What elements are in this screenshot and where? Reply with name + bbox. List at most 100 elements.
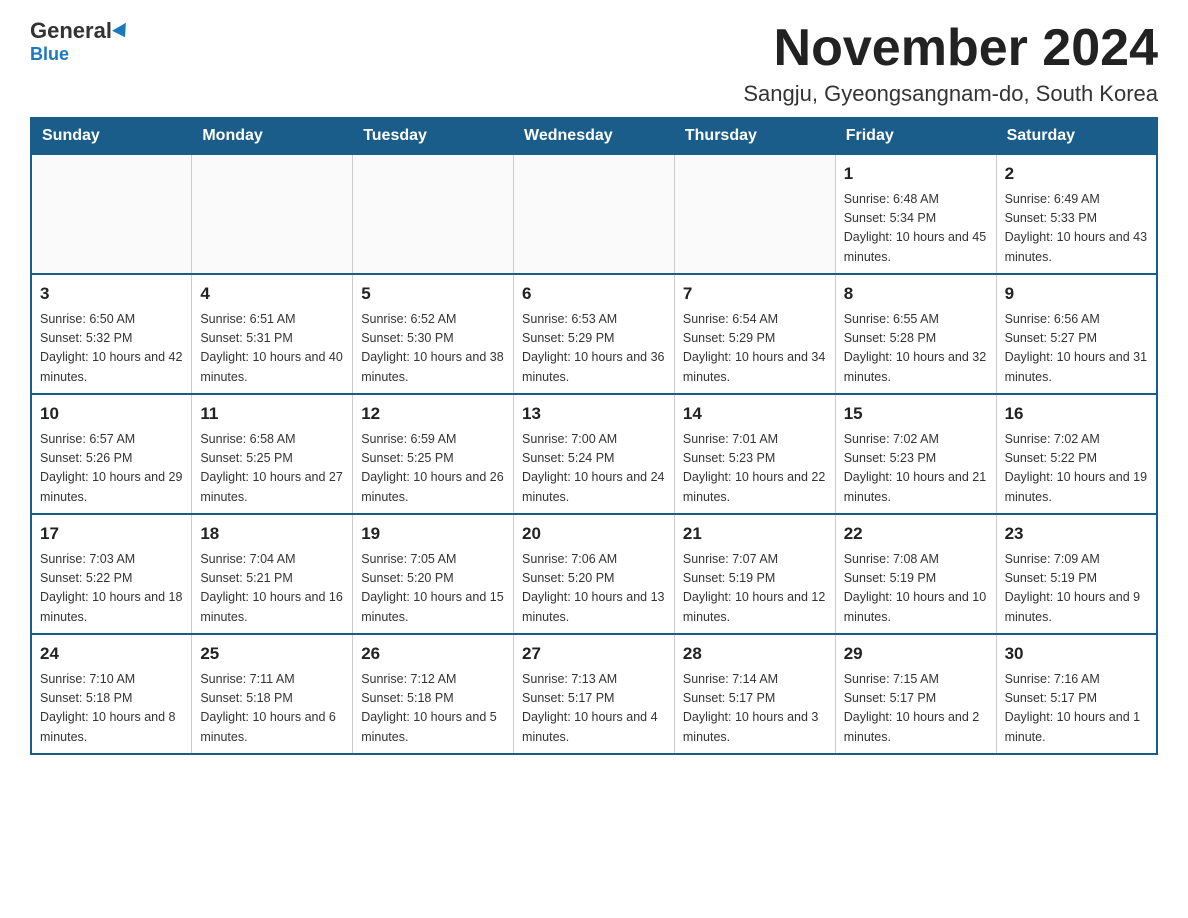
day-number: 9 [1005,281,1148,307]
day-info: Sunrise: 7:03 AMSunset: 5:22 PMDaylight:… [40,550,183,628]
day-info: Sunrise: 7:13 AMSunset: 5:17 PMDaylight:… [522,670,666,748]
table-row: 14Sunrise: 7:01 AMSunset: 5:23 PMDayligh… [674,394,835,514]
day-info: Sunrise: 7:07 AMSunset: 5:19 PMDaylight:… [683,550,827,628]
day-number: 5 [361,281,505,307]
day-number: 29 [844,641,988,667]
day-info: Sunrise: 6:56 AMSunset: 5:27 PMDaylight:… [1005,310,1148,388]
day-number: 27 [522,641,666,667]
day-number: 16 [1005,401,1148,427]
day-info: Sunrise: 7:08 AMSunset: 5:19 PMDaylight:… [844,550,988,628]
location-subtitle: Sangju, Gyeongsangnam-do, South Korea [743,81,1158,107]
table-row [514,154,675,274]
day-info: Sunrise: 6:57 AMSunset: 5:26 PMDaylight:… [40,430,183,508]
calendar-week-row: 10 Sunrise: 6:57 AMSunset: 5:26 PMDayligh… [31,394,1157,514]
table-row: 20Sunrise: 7:06 AMSunset: 5:20 PMDayligh… [514,514,675,634]
table-row: 2 Sunrise: 6:49 AMSunset: 5:33 PMDaylight… [996,154,1157,274]
col-tuesday: Tuesday [353,118,514,154]
table-row [353,154,514,274]
col-monday: Monday [192,118,353,154]
logo: General Blue [30,20,130,65]
table-row: 13Sunrise: 7:00 AMSunset: 5:24 PMDayligh… [514,394,675,514]
day-number: 3 [40,281,183,307]
day-number: 23 [1005,521,1148,547]
calendar-week-row: 24Sunrise: 7:10 AMSunset: 5:18 PMDayligh… [31,634,1157,754]
day-info: Sunrise: 7:02 AMSunset: 5:22 PMDaylight:… [1005,430,1148,508]
table-row: 12Sunrise: 6:59 AMSunset: 5:25 PMDayligh… [353,394,514,514]
day-info: Sunrise: 6:54 AMSunset: 5:29 PMDaylight:… [683,310,827,388]
day-number: 15 [844,401,988,427]
day-info: Sunrise: 7:01 AMSunset: 5:23 PMDaylight:… [683,430,827,508]
table-row: 25Sunrise: 7:11 AMSunset: 5:18 PMDayligh… [192,634,353,754]
logo-blue-text: Blue [30,44,69,65]
day-info: Sunrise: 7:09 AMSunset: 5:19 PMDaylight:… [1005,550,1148,628]
day-info: Sunrise: 7:15 AMSunset: 5:17 PMDaylight:… [844,670,988,748]
day-number: 24 [40,641,183,667]
col-wednesday: Wednesday [514,118,675,154]
calendar: Sunday Monday Tuesday Wednesday Thursday… [30,117,1158,755]
day-number: 28 [683,641,827,667]
table-row: 30 Sunrise: 7:16 AMSunset: 5:17 PMDayligh… [996,634,1157,754]
day-info: Sunrise: 6:52 AMSunset: 5:30 PMDaylight:… [361,310,505,388]
day-info: Sunrise: 7:04 AMSunset: 5:21 PMDaylight:… [200,550,344,628]
day-info: Sunrise: 7:16 AMSunset: 5:17 PMDaylight:… [1005,670,1148,748]
calendar-week-row: 3 Sunrise: 6:50 AMSunset: 5:32 PMDaylight… [31,274,1157,394]
table-row [674,154,835,274]
day-number: 1 [844,161,988,187]
logo-triangle-icon [112,23,132,41]
day-number: 17 [40,521,183,547]
table-row: 29 Sunrise: 7:15 AMSunset: 5:17 PMDayligh… [835,634,996,754]
table-row: 10 Sunrise: 6:57 AMSunset: 5:26 PMDayligh… [31,394,192,514]
table-row: 4 Sunrise: 6:51 AMSunset: 5:31 PMDaylight… [192,274,353,394]
table-row: 26 Sunrise: 7:12 AMSunset: 5:18 PMDayligh… [353,634,514,754]
col-saturday: Saturday [996,118,1157,154]
day-number: 10 [40,401,183,427]
day-info: Sunrise: 6:58 AMSunset: 5:25 PMDaylight:… [200,430,344,508]
day-number: 4 [200,281,344,307]
table-row: 27 Sunrise: 7:13 AMSunset: 5:17 PMDayligh… [514,634,675,754]
day-info: Sunrise: 7:00 AMSunset: 5:24 PMDaylight:… [522,430,666,508]
table-row: 16 Sunrise: 7:02 AMSunset: 5:22 PMDayligh… [996,394,1157,514]
day-number: 6 [522,281,666,307]
day-number: 21 [683,521,827,547]
table-row: 22 Sunrise: 7:08 AMSunset: 5:19 PMDayligh… [835,514,996,634]
day-number: 12 [361,401,505,427]
table-row: 3 Sunrise: 6:50 AMSunset: 5:32 PMDaylight… [31,274,192,394]
day-info: Sunrise: 6:53 AMSunset: 5:29 PMDaylight:… [522,310,666,388]
table-row: 15 Sunrise: 7:02 AMSunset: 5:23 PMDayligh… [835,394,996,514]
day-number: 18 [200,521,344,547]
day-number: 22 [844,521,988,547]
table-row: 5 Sunrise: 6:52 AMSunset: 5:30 PMDaylight… [353,274,514,394]
month-title: November 2024 [743,20,1158,77]
table-row: 24Sunrise: 7:10 AMSunset: 5:18 PMDayligh… [31,634,192,754]
day-info: Sunrise: 7:11 AMSunset: 5:18 PMDaylight:… [200,670,344,748]
day-number: 8 [844,281,988,307]
day-number: 20 [522,521,666,547]
table-row [192,154,353,274]
calendar-week-row: 1Sunrise: 6:48 AMSunset: 5:34 PMDaylight… [31,154,1157,274]
day-info: Sunrise: 6:55 AMSunset: 5:28 PMDaylight:… [844,310,988,388]
col-thursday: Thursday [674,118,835,154]
day-number: 19 [361,521,505,547]
day-info: Sunrise: 6:51 AMSunset: 5:31 PMDaylight:… [200,310,344,388]
table-row: 8 Sunrise: 6:55 AMSunset: 5:28 PMDaylight… [835,274,996,394]
table-row: 11 Sunrise: 6:58 AMSunset: 5:25 PMDayligh… [192,394,353,514]
day-number: 26 [361,641,505,667]
day-number: 11 [200,401,344,427]
col-friday: Friday [835,118,996,154]
day-info: Sunrise: 7:02 AMSunset: 5:23 PMDaylight:… [844,430,988,508]
day-number: 30 [1005,641,1148,667]
day-number: 2 [1005,161,1148,187]
calendar-week-row: 17 Sunrise: 7:03 AMSunset: 5:22 PMDayligh… [31,514,1157,634]
table-row: 19Sunrise: 7:05 AMSunset: 5:20 PMDayligh… [353,514,514,634]
calendar-header-row: Sunday Monday Tuesday Wednesday Thursday… [31,118,1157,154]
title-area: November 2024 Sangju, Gyeongsangnam-do, … [743,20,1158,107]
table-row: 9 Sunrise: 6:56 AMSunset: 5:27 PMDaylight… [996,274,1157,394]
day-info: Sunrise: 6:50 AMSunset: 5:32 PMDaylight:… [40,310,183,388]
day-info: Sunrise: 7:12 AMSunset: 5:18 PMDaylight:… [361,670,505,748]
day-info: Sunrise: 6:49 AMSunset: 5:33 PMDaylight:… [1005,190,1148,268]
table-row: 18 Sunrise: 7:04 AMSunset: 5:21 PMDayligh… [192,514,353,634]
col-sunday: Sunday [31,118,192,154]
day-number: 7 [683,281,827,307]
table-row: 28 Sunrise: 7:14 AMSunset: 5:17 PMDayligh… [674,634,835,754]
day-info: Sunrise: 7:14 AMSunset: 5:17 PMDaylight:… [683,670,827,748]
